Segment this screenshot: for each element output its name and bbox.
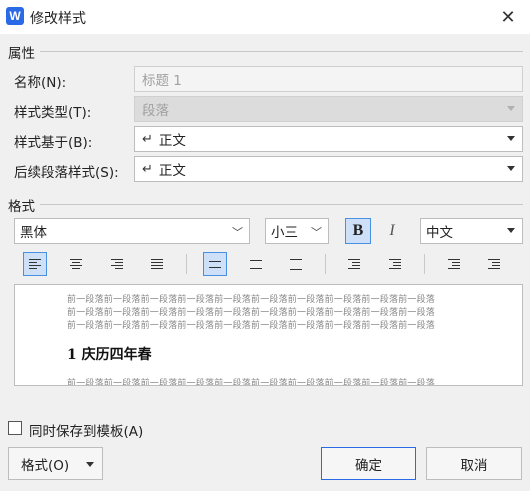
properties-divider xyxy=(40,51,523,52)
title-bar: W 修改样式 ✕ xyxy=(0,0,530,34)
dropdown-arrow-icon xyxy=(86,462,94,467)
name-label: 名称(N): xyxy=(14,75,67,91)
style-type-value: 段落 xyxy=(142,103,169,119)
based-on-value: 正文 xyxy=(158,133,186,149)
style-type-label: 样式类型(T): xyxy=(14,105,92,121)
preview-sample-line: 前一段落前一段落前一段落前一段落前一段落前一段落前一段落前一段落前一段落前一段落 xyxy=(67,379,436,386)
toolbar-separator xyxy=(186,254,187,274)
dropdown-arrow-icon xyxy=(507,166,515,171)
dropdown-arrow-icon xyxy=(507,136,515,141)
format-divider xyxy=(40,204,523,205)
toolbar-separator xyxy=(424,254,425,274)
increase-indent-icon[interactable] xyxy=(482,252,506,276)
style-type-dropdown[interactable]: 段落 xyxy=(134,96,523,122)
font-family-combo[interactable]: 黑体 ﹀ xyxy=(14,218,250,244)
preview-heading: 1 庆历四年春 xyxy=(67,347,152,363)
wps-writer-icon: W xyxy=(6,7,24,25)
save-to-template-label[interactable]: 同时保存到模板(A) xyxy=(29,420,143,440)
align-right-button[interactable] xyxy=(105,252,129,276)
based-on-dropdown[interactable]: ↵ 正文 xyxy=(134,126,523,152)
style-preview: 前一段落前一段落前一段落前一段落前一段落前一段落前一段落前一段落前一段落前一段落… xyxy=(14,284,523,386)
bold-button[interactable]: B xyxy=(345,218,371,244)
format-menu-label: 格式(O) xyxy=(21,457,70,474)
align-center-button[interactable] xyxy=(64,252,88,276)
line-spacing-double-button[interactable] xyxy=(284,252,308,276)
ok-button[interactable]: 确定 xyxy=(321,447,416,480)
toolbar-separator xyxy=(325,254,326,274)
close-button[interactable]: ✕ xyxy=(492,2,524,32)
format-section-title: 格式 xyxy=(8,199,35,215)
dropdown-arrow-icon xyxy=(507,106,515,111)
justify-button[interactable] xyxy=(145,252,169,276)
preview-sample-line: 前一段落前一段落前一段落前一段落前一段落前一段落前一段落前一段落前一段落前一段落 xyxy=(67,321,436,331)
based-on-label: 样式基于(B): xyxy=(14,135,93,151)
line-spacing-single-button[interactable] xyxy=(203,252,227,276)
name-field[interactable]: 标题 1 xyxy=(134,66,523,92)
following-style-dropdown[interactable]: ↵ 正文 xyxy=(134,156,523,182)
save-to-template-checkbox[interactable] xyxy=(8,421,22,435)
space-before-icon[interactable] xyxy=(342,252,366,276)
line-spacing-1-5-button[interactable] xyxy=(244,252,268,276)
script-value: 中文 xyxy=(426,225,453,241)
space-after-icon[interactable] xyxy=(383,252,407,276)
properties-section-title: 属性 xyxy=(8,46,35,62)
decrease-indent-icon[interactable] xyxy=(442,252,466,276)
font-size-combo[interactable]: 小三 ﹀ xyxy=(265,218,329,244)
dropdown-arrow-icon xyxy=(507,228,515,233)
following-style-label: 后续段落样式(S): xyxy=(14,165,119,181)
format-menu-button[interactable]: 格式(O) xyxy=(8,447,103,480)
preview-sample-line: 前一段落前一段落前一段落前一段落前一段落前一段落前一段落前一段落前一段落前一段落 xyxy=(67,308,436,318)
font-family-value: 黑体 xyxy=(20,225,47,241)
preview-sample-line: 前一段落前一段落前一段落前一段落前一段落前一段落前一段落前一段落前一段落前一段落 xyxy=(67,295,436,305)
font-size-value: 小三 xyxy=(271,225,298,241)
paragraph-return-icon: ↵ xyxy=(142,131,153,147)
dialog-title: 修改样式 xyxy=(30,11,86,27)
italic-button[interactable]: I xyxy=(379,218,405,244)
paragraph-return-icon: ↵ xyxy=(142,161,153,177)
name-value: 标题 1 xyxy=(142,73,182,89)
align-left-button[interactable] xyxy=(23,252,47,276)
script-dropdown[interactable]: 中文 xyxy=(420,218,523,244)
cancel-button[interactable]: 取消 xyxy=(426,447,522,480)
following-style-value: 正文 xyxy=(158,163,186,179)
chevron-down-icon: ﹀ xyxy=(232,226,243,239)
chevron-down-icon: ﹀ xyxy=(311,226,322,239)
